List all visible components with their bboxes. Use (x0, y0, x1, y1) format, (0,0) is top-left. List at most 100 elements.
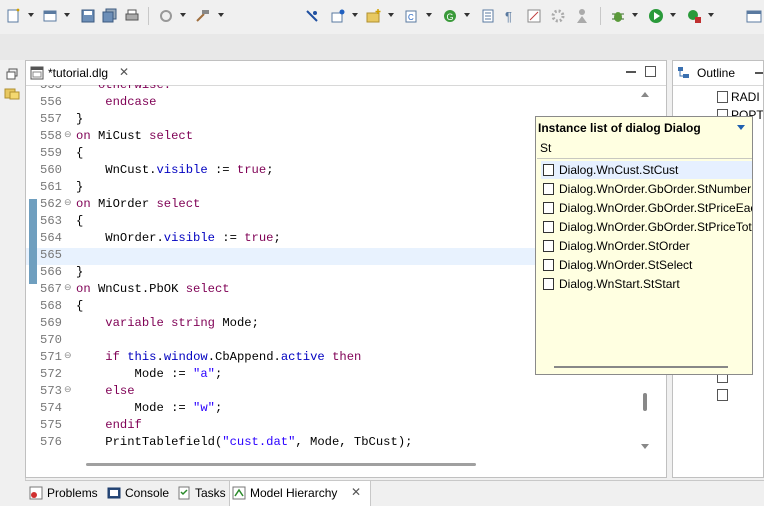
static-text-icon (543, 183, 554, 195)
external-tools-dropdown-icon[interactable] (708, 13, 714, 17)
fold-toggle-icon[interactable]: ⊖ (64, 385, 72, 395)
outline-tab-label[interactable]: Outline (697, 66, 735, 80)
popup-list-item[interactable]: Dialog.WnOrder.StSelect (541, 256, 752, 274)
horizontal-scrollbar[interactable] (86, 463, 476, 466)
code-line[interactable]: 573 ⊖ else (26, 384, 636, 401)
print-icon[interactable] (124, 8, 140, 24)
popup-list-item[interactable]: Dialog.WnOrder.GbOrder.StNumber (541, 180, 752, 198)
run-dropdown-icon[interactable] (670, 13, 676, 17)
line-number: 566 (40, 265, 62, 279)
new-dropdown-icon[interactable] (28, 13, 34, 17)
external-tools-icon[interactable] (686, 8, 702, 24)
new-dialog-dropdown-icon[interactable] (64, 13, 70, 17)
static-text-icon (543, 259, 554, 271)
svg-text:G: G (447, 12, 454, 22)
tab-problems[interactable]: Problems (27, 481, 103, 506)
static-text-icon (543, 278, 554, 290)
run-icon[interactable] (648, 8, 664, 24)
outline-minimize-icon[interactable] (755, 72, 763, 74)
code-line[interactable]: 556 endcase (26, 95, 636, 112)
new-class-icon[interactable]: C (404, 8, 420, 24)
popup-list-item[interactable]: Dialog.WnStart.StStart (541, 275, 752, 293)
close-icon[interactable]: ✕ (119, 65, 129, 79)
document-icon[interactable] (480, 8, 496, 24)
pin-icon[interactable] (304, 8, 320, 24)
gear-icon[interactable] (550, 8, 566, 24)
line-number: 561 (40, 180, 62, 194)
paragraph-icon[interactable]: ¶ (502, 8, 518, 24)
code-text: } (76, 265, 84, 279)
static-text-icon (543, 202, 554, 214)
line-number: 564 (40, 231, 62, 245)
tab-model-hierarchy[interactable]: Model Hierarchy ✕ (229, 481, 371, 506)
line-number: 557 (40, 112, 62, 126)
popup-item-label: Dialog.WnOrder.GbOrder.StPriceEach (559, 201, 753, 215)
popup-item-label: Dialog.WnStart.StStart (559, 277, 680, 291)
line-number: 565 (40, 248, 62, 262)
tab-console[interactable]: Console (105, 481, 175, 506)
new-file-icon[interactable] (6, 8, 22, 24)
person-icon[interactable] (574, 8, 590, 24)
open-type-icon[interactable] (330, 8, 346, 24)
code-text: on WnCust.PbOK select (76, 282, 230, 296)
fold-toggle-icon[interactable]: ⊖ (64, 198, 72, 208)
line-number: 560 (40, 163, 62, 177)
save-icon[interactable] (80, 8, 96, 24)
code-line[interactable]: 555 otherwise: (26, 85, 636, 95)
line-number: 568 (40, 299, 62, 313)
popup-list-item[interactable]: Dialog.WnOrder.GbOrder.StPriceTotal (541, 218, 752, 236)
close-icon[interactable]: ✕ (351, 485, 361, 499)
code-text: { (76, 146, 84, 160)
debug-dropdown-icon[interactable] (632, 13, 638, 17)
popup-list-item[interactable]: Dialog.WnOrder.StOrder (541, 237, 752, 255)
minimize-icon[interactable] (626, 71, 636, 73)
svg-text:C: C (408, 13, 414, 22)
save-all-icon[interactable] (102, 8, 118, 24)
restore-icon[interactable] (6, 68, 18, 80)
hammer-icon[interactable] (194, 8, 210, 24)
scroll-thumb[interactable] (643, 393, 647, 411)
editor-tabbar: *tutorial.dlg ✕ (26, 61, 666, 86)
hammer-dropdown-icon[interactable] (218, 13, 224, 17)
popup-filter-text[interactable]: St (540, 141, 551, 155)
code-text: Mode := "w"; (76, 401, 223, 415)
scroll-up-icon[interactable] (640, 90, 650, 98)
popup-list-item[interactable]: Dialog.WnCust.StCust (541, 161, 752, 179)
new-folder-icon[interactable] (366, 8, 382, 24)
tab-tasks[interactable]: Tasks (175, 481, 229, 506)
code-line[interactable]: 576 PrintTablefield("cust.dat", Mode, Tb… (26, 435, 636, 452)
editor-tab[interactable]: *tutorial.dlg ✕ (26, 61, 136, 85)
new-g-dropdown-icon[interactable] (464, 13, 470, 17)
code-line[interactable]: 574 Mode := "w"; (26, 401, 636, 418)
popup-hscroll[interactable] (554, 366, 728, 368)
dialog-file-icon (30, 66, 44, 80)
line-number: 574 (40, 401, 62, 415)
debug-bug-icon[interactable] (610, 8, 626, 24)
new-folder-dropdown-icon[interactable] (388, 13, 394, 17)
code-text: else (105, 384, 135, 398)
console-icon (107, 487, 121, 499)
maximize-icon[interactable] (645, 66, 656, 77)
fold-toggle-icon[interactable]: ⊖ (64, 283, 72, 293)
model-hierarchy-icon (232, 486, 246, 500)
new-g-icon[interactable]: G (442, 8, 458, 24)
compare-icon[interactable] (526, 8, 542, 24)
outline-item-icon (717, 91, 728, 103)
tasks-icon (178, 486, 190, 500)
code-line[interactable]: 575 endif (26, 418, 636, 435)
new-dialog-icon[interactable] (42, 8, 58, 24)
new-class-dropdown-icon[interactable] (426, 13, 432, 17)
popup-list-item[interactable]: Dialog.WnOrder.GbOrder.StPriceEach (541, 199, 753, 217)
outline-icon (678, 67, 689, 78)
fold-toggle-icon[interactable]: ⊖ (64, 351, 72, 361)
build-dropdown-icon[interactable] (180, 13, 186, 17)
chevron-down-icon[interactable] (737, 125, 745, 130)
package-explorer-icon[interactable] (4, 86, 20, 100)
build-icon[interactable] (158, 8, 174, 24)
line-number: 573 (40, 384, 62, 398)
open-type-dropdown-icon[interactable] (352, 13, 358, 17)
scroll-down-icon[interactable] (640, 443, 650, 451)
code-text: if this.window.CbAppend.active then (105, 350, 362, 364)
perspective-icon[interactable] (746, 8, 762, 24)
fold-toggle-icon[interactable]: ⊖ (64, 130, 72, 140)
